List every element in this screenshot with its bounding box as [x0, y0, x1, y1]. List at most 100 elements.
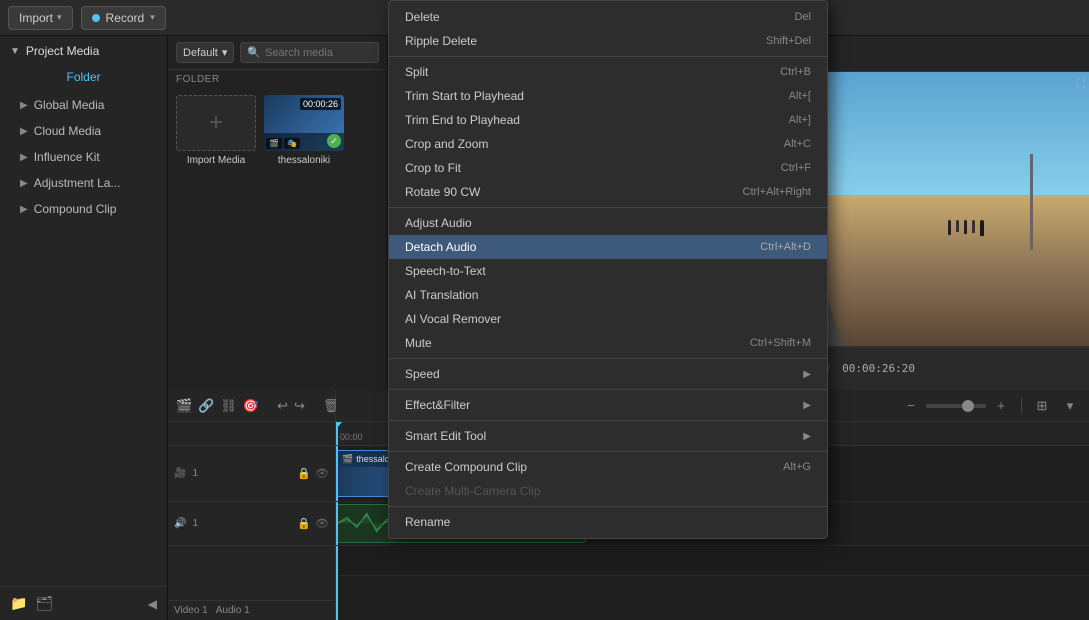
- ctx-ripple-delete-label: Ripple Delete: [405, 34, 477, 48]
- ctx-crop-fit-shortcut: Ctrl+F: [781, 162, 811, 174]
- video-media-item[interactable]: 00:00:26 🎬 🎭 ✓ thessaloniki: [264, 95, 344, 166]
- zoom-out-button[interactable]: −: [900, 395, 922, 417]
- ctx-speed[interactable]: Speed ▶: [389, 362, 827, 386]
- thumb-icons: 🎬 🎭: [266, 138, 300, 149]
- person-silhouette: [972, 220, 975, 233]
- unlink-button[interactable]: ⛓: [220, 395, 237, 417]
- ctx-smart-edit[interactable]: Smart Edit Tool ▶: [389, 424, 827, 448]
- audio-track-controls: 🔒 👁: [297, 517, 329, 530]
- view-select-chevron-icon: ▾: [222, 46, 228, 59]
- ctx-adjust-audio[interactable]: Adjust Audio: [389, 211, 827, 235]
- ctx-speed-arrow-icon: ▶: [803, 369, 811, 380]
- video-lock-button[interactable]: 🔒: [297, 467, 311, 480]
- sidebar-item-label: Adjustment La...: [34, 176, 121, 190]
- video-duration-badge: 00:00:26: [300, 98, 341, 110]
- project-media-header[interactable]: ▼ Project Media: [0, 36, 167, 66]
- video-camera-icon: 🎥: [174, 468, 186, 479]
- ctx-ripple-delete[interactable]: Ripple Delete Shift+Del: [389, 29, 827, 53]
- video-media-thumb: 00:00:26 🎬 🎭 ✓: [264, 95, 344, 151]
- search-input[interactable]: [265, 47, 372, 59]
- ctx-create-compound[interactable]: Create Compound Clip Alt+G: [389, 455, 827, 479]
- project-media-arrow-icon: ▼: [10, 46, 20, 57]
- ctx-split[interactable]: Split Ctrl+B: [389, 60, 827, 84]
- ctx-ai-vocal[interactable]: AI Vocal Remover: [389, 307, 827, 331]
- ctx-crop-fit[interactable]: Crop to Fit Ctrl+F: [389, 156, 827, 180]
- sidebar-bottom: 📁 🗂 ◀: [0, 586, 167, 620]
- video-scene-icon: 🎭: [284, 138, 300, 149]
- ctx-crop-zoom[interactable]: Crop and Zoom Alt+C: [389, 132, 827, 156]
- zoom-in-button[interactable]: +: [990, 395, 1012, 417]
- sidebar-arrow-icon: ▶: [20, 100, 28, 111]
- clip-camera-icon: 🎬: [342, 454, 353, 465]
- ctx-separator-1: [389, 56, 827, 57]
- ctx-detach-audio-shortcut: Ctrl+Alt+D: [760, 241, 811, 253]
- view-select-label: Default: [183, 47, 218, 59]
- sidebar-item-label: Compound Clip: [34, 202, 117, 216]
- sidebar-item-label: Influence Kit: [34, 150, 100, 164]
- ctx-delete[interactable]: Delete Del: [389, 5, 827, 29]
- audio-track-number: 1: [192, 518, 198, 529]
- sidebar-item-influence-kit[interactable]: ▶ Influence Kit: [0, 144, 167, 170]
- video-media-label: thessaloniki: [278, 155, 330, 166]
- ctx-create-multicam-label: Create Multi-Camera Clip: [405, 484, 540, 498]
- audio1-label: Audio 1: [216, 605, 250, 616]
- playhead-audio: [336, 502, 338, 545]
- sidebar-item-cloud-media[interactable]: ▶ Cloud Media: [0, 118, 167, 144]
- ctx-rename[interactable]: Rename: [389, 510, 827, 534]
- ctx-separator-6: [389, 451, 827, 452]
- ctx-rotate[interactable]: Rotate 90 CW Ctrl+Alt+Right: [389, 180, 827, 204]
- project-media-title: Project Media: [26, 44, 99, 58]
- context-menu: Delete Del Ripple Delete Shift+Del Split…: [388, 0, 828, 539]
- redo-button[interactable]: ↪: [294, 395, 305, 417]
- ctx-mute[interactable]: Mute Ctrl+Shift+M: [389, 331, 827, 355]
- new-folder-icon[interactable]: 📁: [10, 595, 27, 612]
- preview-time-total: 00:00:26:20: [842, 362, 915, 375]
- view-select-dropdown[interactable]: Default ▾: [176, 42, 234, 63]
- sidebar-item-global-media[interactable]: ▶ Global Media: [0, 92, 167, 118]
- ctx-effect-filter-label: Effect&Filter: [405, 398, 470, 412]
- more-options-button[interactable]: ▾: [1059, 395, 1081, 417]
- ctx-ai-vocal-label: AI Vocal Remover: [405, 312, 501, 326]
- video-eye-button[interactable]: 👁: [315, 467, 329, 480]
- playhead-video: [336, 446, 338, 501]
- ctx-smart-edit-label: Smart Edit Tool: [405, 429, 486, 443]
- ctx-trim-end[interactable]: Trim End to Playhead Alt+]: [389, 108, 827, 132]
- ctx-trim-end-label: Trim End to Playhead: [405, 113, 520, 127]
- ctx-trim-start-label: Trim Start to Playhead: [405, 89, 524, 103]
- sidebar-collapse-button[interactable]: ◀: [148, 597, 157, 611]
- sidebar-arrow-icon: ▶: [20, 178, 28, 189]
- import-media-label: Import Media: [187, 155, 245, 166]
- sidebar-item-adjustment-la[interactable]: ▶ Adjustment La...: [0, 170, 167, 196]
- audio-track-left: 🔊 1 🔒 👁: [168, 502, 335, 546]
- record-button[interactable]: Record ▾: [81, 6, 166, 30]
- ctx-separator-7: [389, 506, 827, 507]
- ctx-split-label: Split: [405, 65, 428, 79]
- sidebar-item-compound-clip[interactable]: ▶ Compound Clip: [0, 196, 167, 222]
- ctx-ai-translation[interactable]: AI Translation: [389, 283, 827, 307]
- sidebar-item-label: Cloud Media: [34, 124, 101, 138]
- grid-view-button[interactable]: ⊞: [1031, 395, 1053, 417]
- zoom-slider[interactable]: [926, 404, 986, 408]
- add-media-button[interactable]: 🎬: [176, 395, 192, 417]
- folder-section-label: FOLDER: [168, 70, 387, 87]
- link-button[interactable]: 🔗: [198, 395, 214, 417]
- streetlight-pole: [1030, 154, 1033, 250]
- ctx-crop-zoom-label: Crop and Zoom: [405, 137, 488, 151]
- audio-eye-button[interactable]: 👁: [315, 517, 329, 530]
- undo-button[interactable]: ↩: [277, 395, 288, 417]
- add-item-icon[interactable]: 🗂: [35, 595, 53, 612]
- import-label: Import: [19, 11, 53, 25]
- import-media-item[interactable]: + Import Media: [176, 95, 256, 166]
- person-silhouette: [964, 220, 967, 234]
- audio-lock-button[interactable]: 🔒: [297, 517, 311, 530]
- import-button[interactable]: Import ▾: [8, 6, 73, 30]
- ctx-trim-start[interactable]: Trim Start to Playhead Alt+[: [389, 84, 827, 108]
- multi-select-button[interactable]: 🎯: [243, 395, 259, 417]
- ctx-detach-audio[interactable]: Detach Audio Ctrl+Alt+D: [389, 235, 827, 259]
- toolbar-separator: [1021, 398, 1022, 414]
- ctx-speech-text[interactable]: Speech-to-Text: [389, 259, 827, 283]
- playhead-indicator: [336, 422, 338, 445]
- ctx-create-compound-shortcut: Alt+G: [783, 461, 811, 473]
- ctx-trim-start-shortcut: Alt+[: [789, 90, 811, 102]
- ctx-effect-filter[interactable]: Effect&Filter ▶: [389, 393, 827, 417]
